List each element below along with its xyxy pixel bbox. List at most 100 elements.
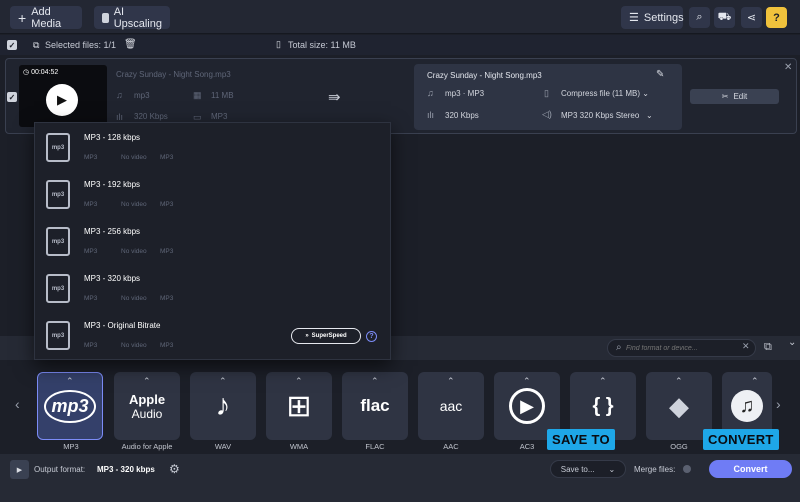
output-bars-icon: ılı	[427, 110, 435, 120]
ai-upscaling-label: AI Upscaling	[113, 5, 162, 30]
chevron-up-icon[interactable]: ⌃	[599, 376, 607, 387]
output-format: mp3 · MP3	[445, 89, 485, 98]
preset-format: MP3	[84, 248, 98, 255]
preset-codec: MP3	[160, 154, 174, 161]
scroll-right-icon[interactable]: ›	[776, 396, 781, 412]
mp3-file-icon: mp3	[46, 274, 70, 303]
output-format-value: MP3 - 320 kbps	[97, 465, 155, 474]
compress-icon: ▯	[544, 88, 549, 98]
preset-video: No video	[121, 248, 147, 255]
format-search-field[interactable]	[626, 342, 736, 354]
apple-audio-icon: Apple	[128, 391, 166, 407]
document-icon: ▯	[276, 39, 281, 49]
duration: ◷ 00:04:52	[23, 68, 58, 76]
compress-label: Compress file (11 MB)	[561, 89, 640, 98]
convert-arrow-icon: ⇛	[328, 89, 341, 106]
note-icon: ♫	[116, 90, 123, 100]
curly-braces-icon: { }	[592, 394, 614, 417]
preset-title: MP3 - 192 kbps	[84, 180, 141, 189]
format-label-mp3: MP3	[63, 442, 79, 451]
convert-button[interactable]: Convert	[709, 460, 792, 478]
file-type: MP3	[211, 112, 228, 121]
play-icon: ▶	[57, 92, 67, 107]
chevron-up-icon[interactable]: ⌃	[523, 376, 531, 387]
share-button[interactable]: ⋖	[741, 7, 762, 28]
preset-row[interactable]: mp3 MP3 - 256 kbps MP3 No video MP3	[35, 217, 390, 264]
clock-icon: ◷	[23, 69, 30, 76]
audio-dropdown[interactable]: MP3 320 Kbps Stereo ⌄	[561, 111, 653, 120]
chevron-up-icon[interactable]: ⌃	[447, 376, 455, 387]
scissors-icon: ✂	[721, 92, 729, 101]
device-detect-icon[interactable]: ⧉	[764, 341, 772, 354]
chevron-down-icon: ⌄	[645, 111, 653, 120]
audio-label: MP3 320 Kbps Stereo	[561, 111, 640, 120]
close-icon[interactable]: ✕	[784, 62, 792, 73]
selection-bar	[0, 35, 800, 55]
chevron-up-icon[interactable]: ⌃	[143, 376, 151, 387]
save-to-label: Save to...	[560, 464, 595, 474]
chevron-down-icon: ⌄	[608, 464, 616, 474]
help-icon: ?	[773, 11, 780, 24]
save-to-callout: SAVE TO	[547, 429, 615, 450]
chevron-up-icon[interactable]: ⌃	[371, 376, 379, 387]
preset-title: MP3 - Original Bitrate	[84, 321, 161, 330]
format-label-wma: WMA	[289, 442, 309, 451]
superspeed-badge: » SuperSpeed	[291, 328, 361, 344]
search-button[interactable]: ⌕	[689, 7, 710, 28]
search-input[interactable]: ⌕ ✕	[607, 339, 756, 357]
convert-callout: CONVERT	[703, 429, 779, 450]
help-button[interactable]: ?	[766, 7, 787, 28]
output-bitrate: 320 Kbps	[445, 111, 479, 120]
settings-sliders-icon: ☰	[629, 12, 639, 24]
mp3-file-icon: mp3	[46, 227, 70, 256]
preset-codec: MP3	[160, 248, 174, 255]
merge-files-toggle[interactable]	[683, 465, 691, 473]
chevron-up-icon[interactable]: ⌃	[295, 376, 303, 387]
gear-icon[interactable]: ⚙	[169, 462, 180, 476]
preset-row[interactable]: mp3 MP3 - 320 kbps MP3 No video MP3	[35, 264, 390, 311]
compress-dropdown[interactable]: Compress file (11 MB) ⌄	[561, 89, 649, 98]
pencil-icon[interactable]: ✎	[656, 69, 664, 80]
save-to-dropdown[interactable]: Save to... ⌄	[550, 460, 626, 478]
edit-button[interactable]: ✂ Edit	[690, 89, 779, 104]
format-label-wav: WAV	[214, 442, 232, 451]
search-icon: ⌕	[696, 11, 703, 23]
preset-row[interactable]: mp3 MP3 - 192 kbps MP3 No video MP3	[35, 170, 390, 217]
chevron-up-icon[interactable]: ⌃	[66, 376, 74, 387]
chevron-down-icon: ⌄	[642, 89, 649, 98]
output-format-label: Output format:	[34, 465, 86, 474]
preset-video: No video	[121, 154, 147, 161]
aac-logo-icon: aac	[439, 398, 463, 414]
duration-text: 00:04:52	[31, 69, 59, 76]
preset-video: No video	[121, 295, 147, 302]
cart-button[interactable]: ⛟	[714, 7, 735, 28]
preset-row[interactable]: mp3 MP3 - Original Bitrate MP3 No video …	[35, 311, 390, 358]
total-size: Total size: 11 MB	[288, 40, 356, 50]
preset-video: No video	[121, 201, 147, 208]
collapse-chevron-icon[interactable]: ⌄	[788, 337, 796, 348]
preset-codec: MP3	[160, 342, 174, 349]
edit-label: Edit	[733, 92, 748, 101]
select-all-checkbox[interactable]: ✓	[7, 40, 17, 50]
preset-title: MP3 - 128 kbps	[84, 133, 141, 142]
chevron-up-icon[interactable]: ⌃	[219, 376, 227, 387]
merge-files-label: Merge files:	[634, 465, 676, 474]
add-media-button[interactable]: + Add Media	[10, 6, 82, 30]
output-file-name: Crazy Sunday - Night Song.mp3	[427, 71, 542, 80]
clear-search-icon[interactable]: ✕	[742, 341, 750, 352]
ai-upscaling-button[interactable]: AI Upscaling	[94, 5, 170, 30]
ac3-play-icon: ▶	[509, 388, 545, 424]
scroll-left-icon[interactable]: ‹	[15, 396, 20, 412]
output-note-icon: ♫	[427, 88, 434, 98]
chevron-up-icon[interactable]: ⌃	[751, 376, 759, 387]
chevron-up-icon[interactable]: ⌃	[675, 376, 683, 387]
film-icon: ▦	[193, 90, 202, 100]
preset-row[interactable]: mp3 MP3 - 128 kbps MP3 No video MP3	[35, 123, 390, 170]
file-checkbox[interactable]: ✓	[7, 92, 17, 102]
settings-button[interactable]: ☰ Settings	[621, 6, 684, 29]
music-note-circle-icon: ♫	[731, 390, 763, 422]
play-button[interactable]: ▶	[46, 84, 78, 116]
help-circle-icon[interactable]: ?	[366, 331, 377, 342]
preset-title: MP3 - 320 kbps	[84, 274, 141, 283]
delete-icon[interactable]: 🗑	[124, 39, 137, 50]
